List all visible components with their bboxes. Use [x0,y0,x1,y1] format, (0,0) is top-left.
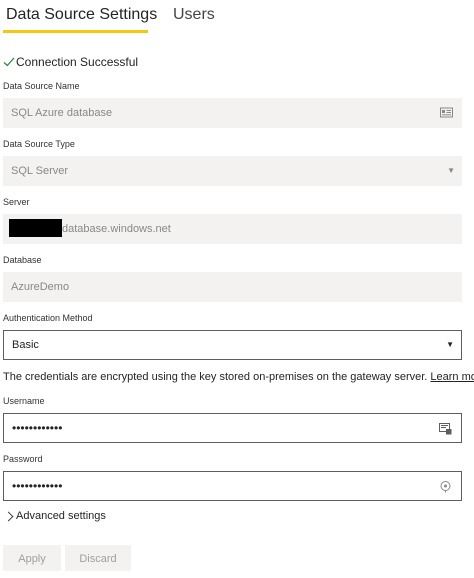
id-card-icon [440,107,453,118]
data-source-type-value: SQL Server [11,165,69,177]
chevron-down-icon: ▼ [446,340,454,349]
password-value: •••••••••••• [12,479,63,493]
data-source-name-value: SQL Azure database [11,107,113,119]
connection-status-text: Connection Successful [16,55,139,69]
tab-bar: Data Source Settings Users [0,0,474,36]
authentication-method-select[interactable]: Basic ▼ [3,330,462,360]
chevron-down-icon: ▼ [447,166,455,175]
chevron-right-icon [3,511,14,521]
server-value-suffix: database.windows.net [62,223,171,236]
connection-status: Connection Successful [3,55,138,69]
password-label: Password [3,454,43,464]
data-source-type-label: Data Source Type [3,139,75,149]
check-icon [3,57,15,67]
username-value: •••••••••••• [12,421,63,435]
server-label: Server [3,197,30,207]
database-field: AzureDemo [3,272,462,302]
credentials-note: The credentials are encrypted using the … [3,371,474,383]
active-tab-indicator [3,30,148,33]
apply-button[interactable]: Apply [3,545,61,571]
data-source-name-field: SQL Azure database [3,98,462,128]
advanced-settings-toggle[interactable]: Advanced settings [3,510,106,522]
redacted-block [9,218,62,237]
authentication-method-label: Authentication Method [3,313,93,323]
database-label: Database [3,255,42,265]
credential-icon[interactable] [439,422,452,435]
tab-data-source-settings[interactable]: Data Source Settings [6,6,157,24]
reveal-password-icon[interactable] [439,480,452,493]
authentication-method-value: Basic [12,339,39,351]
username-input[interactable]: •••••••••••• [3,413,462,443]
username-label: Username [3,396,45,406]
discard-button[interactable]: Discard [65,545,131,571]
tab-users[interactable]: Users [173,6,215,24]
server-field: database.windows.net [3,214,462,244]
advanced-settings-label: Advanced settings [16,510,106,522]
password-input[interactable]: •••••••••••• [3,471,462,501]
learn-more-link[interactable]: Learn more [430,371,474,383]
database-value: AzureDemo [11,281,70,293]
data-source-name-label: Data Source Name [3,81,80,91]
credentials-note-text: The credentials are encrypted using the … [3,371,428,383]
data-source-type-select: SQL Server ▼ [3,156,462,186]
